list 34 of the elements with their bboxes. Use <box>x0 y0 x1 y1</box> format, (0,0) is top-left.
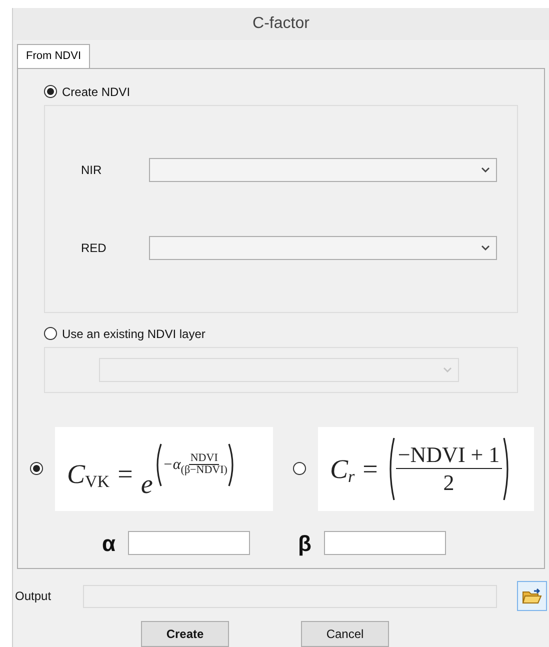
equals-sign: = <box>362 452 378 486</box>
fraction-numerator: NDVI <box>189 453 219 466</box>
equals-sign: = <box>118 458 133 490</box>
fraction-denominator: (β−NDVI) <box>180 465 228 476</box>
chevron-down-icon <box>481 244 490 251</box>
chevron-down-icon <box>481 166 490 173</box>
folder-icon <box>522 587 542 605</box>
radio-button[interactable] <box>44 85 57 98</box>
parameter-label: α <box>102 530 117 558</box>
output-label: Output <box>15 588 52 605</box>
formula-symbol: C$_{VK}$ <box>67 458 110 493</box>
tab[interactable]: From NDVI <box>17 44 90 68</box>
formula-base: e <box>140 468 153 502</box>
parameter-input[interactable] <box>128 531 250 556</box>
radio-label[interactable]: Create NDVI <box>62 82 130 101</box>
create-button[interactable]: Create <box>141 621 229 647</box>
dropdown[interactable] <box>149 158 497 182</box>
cancel-button[interactable]: Cancel <box>301 621 389 647</box>
field-label: RED <box>81 240 108 257</box>
exponent-prefix: −α <box>162 456 181 474</box>
parameter-label: β <box>298 530 312 558</box>
radio-button[interactable] <box>30 462 43 476</box>
fraction-numerator: −NDVI + 1 <box>396 440 502 470</box>
radio-label[interactable]: Use an existing NDVI layer <box>62 324 206 343</box>
radio-button[interactable] <box>293 462 306 476</box>
chevron-down-icon <box>443 366 452 373</box>
radio-button[interactable] <box>44 327 57 340</box>
field-label: NIR <box>81 162 103 179</box>
parameter-input[interactable] <box>324 531 446 556</box>
dropdown[interactable] <box>149 236 497 260</box>
fraction-denominator: 2 <box>443 469 454 497</box>
window-title: C-factor <box>252 14 310 34</box>
browse-button[interactable] <box>517 581 547 611</box>
formula-symbol: C$_{r}$ <box>330 452 355 488</box>
